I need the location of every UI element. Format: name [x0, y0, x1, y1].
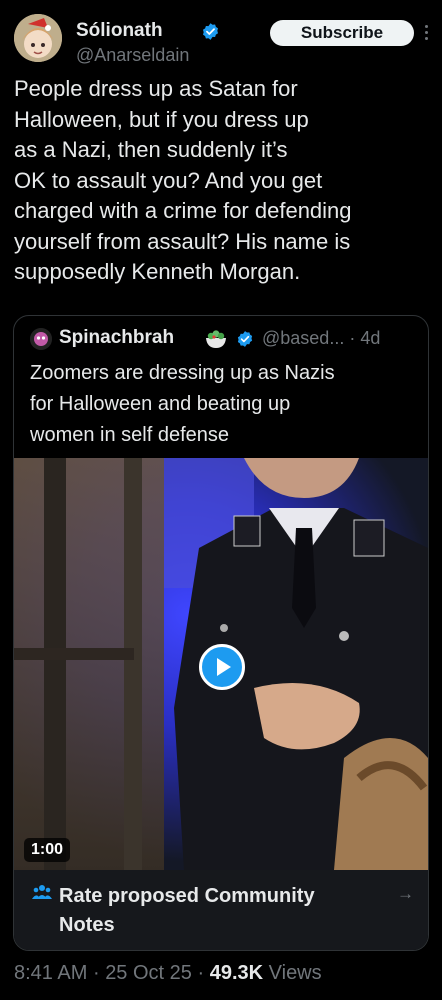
quote-author-handle: @based... [262, 328, 345, 348]
quote-verified-badge-icon [237, 331, 253, 347]
quote-timestamp: 4d [360, 328, 381, 348]
tweet-time[interactable]: 8:41 AM [14, 962, 87, 984]
quote-text: Zoomers are dressing up as Nazis for Hal… [30, 362, 335, 446]
salad-emoji-icon [206, 330, 226, 348]
play-icon[interactable] [199, 644, 245, 690]
community-notes-icon [32, 885, 52, 899]
video-duration: 1:00 [24, 838, 70, 862]
community-notes-label[interactable]: Rate proposed Community Notes [59, 882, 369, 940]
quoted-tweet[interactable]: Spinachbrah @based... · 4d Zoomers are d… [13, 315, 429, 951]
tweet-footer: 8:41 AM · 25 Oct 25 · 49.3K Views [14, 962, 322, 985]
footer-separator: · [92, 962, 100, 984]
verified-badge-icon [202, 23, 219, 40]
video-player[interactable]: 1:00 [14, 458, 428, 870]
author-name[interactable]: Sólionath [76, 20, 163, 42]
tweet-date[interactable]: 25 Oct 25 [105, 962, 192, 984]
views-count[interactable]: 49.3K [210, 962, 263, 984]
more-options-icon[interactable] [422, 22, 430, 44]
arrow-right-icon[interactable]: → [397, 884, 414, 904]
tweet-header: Sólionath @Anarseldain Subscribe [14, 10, 434, 66]
quote-author-meta: @based... · 4d [262, 328, 380, 349]
quote-author-avatar [30, 328, 52, 350]
quote-author-name: Spinachbrah [59, 327, 175, 348]
subscribe-button[interactable]: Subscribe [270, 20, 414, 46]
author-handle[interactable]: @Anarseldain [76, 45, 189, 66]
views-label: Views [268, 962, 322, 984]
tweet-text: People dress up as Satan for Halloween, … [14, 76, 352, 284]
quote-time-separator: · [349, 328, 356, 348]
footer-separator: · [197, 962, 205, 984]
community-notes-bar[interactable]: Rate proposed Community Notes → [14, 870, 428, 950]
author-avatar[interactable] [14, 14, 62, 62]
